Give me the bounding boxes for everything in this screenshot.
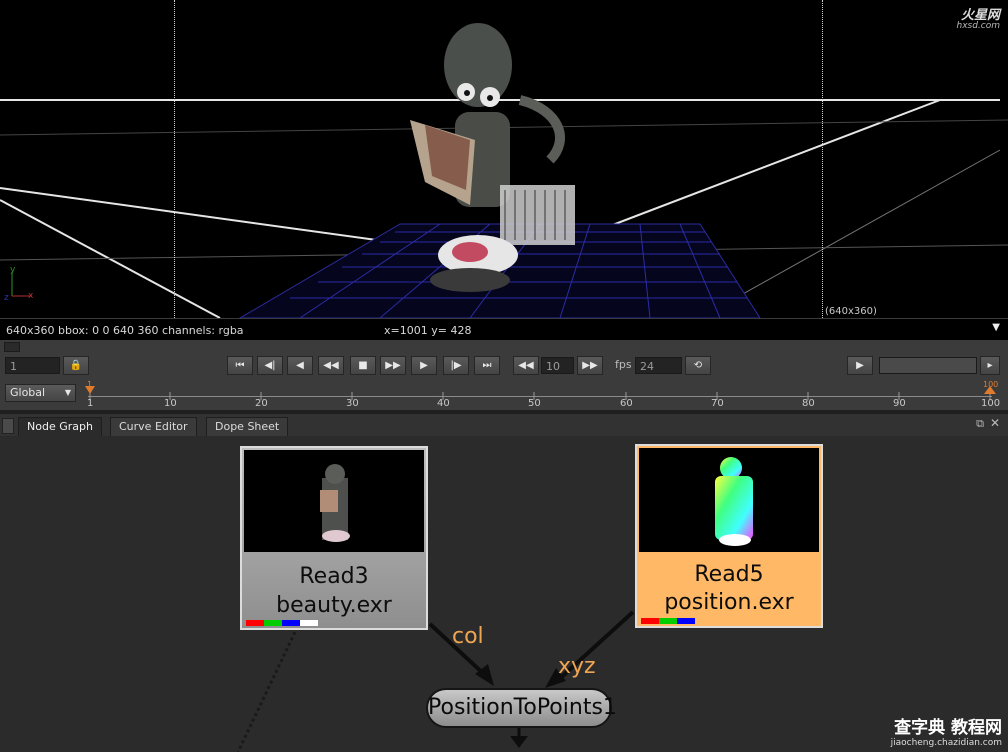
read3-name: Read3 xyxy=(299,564,369,589)
tab-curve-editor[interactable]: Curve Editor xyxy=(110,417,197,436)
prev-keyframe-icon[interactable]: ◀| xyxy=(257,356,283,375)
viewer-scene: x y z xyxy=(0,23,1008,318)
read5-thumbnail xyxy=(639,448,819,552)
fps-field[interactable]: 24 xyxy=(635,357,682,374)
step-forward-icon[interactable]: ▶ xyxy=(411,356,437,375)
tick-label: 60 xyxy=(620,398,633,409)
edge-label-xyz: xyz xyxy=(558,654,596,679)
svg-text:y: y xyxy=(10,265,16,275)
tick-label: 30 xyxy=(346,398,359,409)
corner-watermark: 查字典 教程网 jiaocheng.chazidian.com xyxy=(890,718,1002,748)
viewer-menu-icon[interactable]: ▼ xyxy=(992,322,1000,333)
play-forward-icon[interactable]: ▶▶ xyxy=(380,356,406,375)
flipbook-field[interactable] xyxy=(879,357,977,374)
channel-green xyxy=(264,620,282,626)
channel-blue xyxy=(282,620,300,626)
watermark-logo: 火星网 hxsd.com xyxy=(956,8,1000,31)
dotted-connection xyxy=(236,631,297,752)
panel-grip-icon[interactable] xyxy=(4,342,20,352)
position-to-points-node[interactable]: PositionToPoints1 xyxy=(426,688,617,728)
panel-tab-bar: Node Graph Curve Editor Dope Sheet ⧉ ✕ xyxy=(0,414,1008,437)
read3-file: beauty.exr xyxy=(276,593,392,618)
read5-name: Read5 xyxy=(694,562,764,587)
read3-node[interactable]: Read3 beauty.exr xyxy=(240,446,428,630)
tick-label: 10 xyxy=(164,398,177,409)
channel-red xyxy=(641,618,659,624)
float-panel-icon[interactable]: ⧉ xyxy=(976,417,984,431)
node-graph-canvas[interactable]: Read3 beauty.exr Read5 position.exr col … xyxy=(0,436,1008,752)
channel-red xyxy=(246,620,264,626)
tab-dope-sheet[interactable]: Dope Sheet xyxy=(206,417,289,436)
current-frame-field[interactable]: 1 xyxy=(5,357,60,374)
image-info: 640x360 bbox: 0 0 640 360 channels: rgba xyxy=(6,324,244,337)
tab-node-graph[interactable]: Node Graph xyxy=(18,417,102,436)
read5-node[interactable]: Read5 position.exr xyxy=(635,444,823,628)
end-marker-label: 100 xyxy=(983,380,999,389)
format-label: (640x360) xyxy=(825,306,877,317)
stop-icon[interactable]: ■ xyxy=(350,356,376,375)
next-keyframe-icon[interactable]: |▶ xyxy=(443,356,469,375)
skip-forward-icon[interactable]: ▶▶ xyxy=(577,356,603,375)
playback-controls: 1 🔒 ⏮ ◀| ◀ ◀◀ ■ ▶▶ ▶ |▶ ⏭ ◀◀ 10 ▶▶ fps 2… xyxy=(0,340,1008,380)
fps-label: fps xyxy=(615,358,632,371)
tick-label: 50 xyxy=(528,398,541,409)
loop-icon[interactable]: ⟲ xyxy=(685,356,711,375)
cursor-position: x=1001 y= 428 xyxy=(384,324,472,337)
step-back-icon[interactable]: ◀ xyxy=(287,356,313,375)
read5-file: position.exr xyxy=(664,590,794,615)
tick-label: 40 xyxy=(437,398,450,409)
svg-text:x: x xyxy=(28,291,34,301)
tick-label: 100 xyxy=(981,398,1001,409)
tick-label: 1 xyxy=(87,398,94,409)
skip-frames-field[interactable]: 10 xyxy=(541,357,574,374)
position-pass-image xyxy=(715,457,753,546)
channel-alpha xyxy=(300,620,318,626)
tick-label: 70 xyxy=(711,398,724,409)
close-panel-icon[interactable]: ✕ xyxy=(990,416,1000,430)
format-guide-left xyxy=(174,0,175,318)
start-marker-label: 1 xyxy=(87,380,93,389)
viewer-info-bar: 640x360 bbox: 0 0 640 360 channels: rgba… xyxy=(0,318,1008,341)
timeline[interactable]: Global ▼ 1 100 1 10 20 30 40 50 60 70 80 … xyxy=(0,380,1008,410)
timeline-ticks xyxy=(85,386,996,400)
read3-thumbnail xyxy=(244,450,424,552)
channel-blue xyxy=(677,618,695,624)
tick-label: 20 xyxy=(255,398,268,409)
lock-icon[interactable]: 🔒 xyxy=(63,356,89,375)
tick-label: 80 xyxy=(802,398,815,409)
first-frame-icon[interactable]: ⏮ xyxy=(227,356,253,375)
edge-label-col: col xyxy=(452,624,484,649)
last-frame-icon[interactable]: ⏭ xyxy=(474,356,500,375)
svg-text:z: z xyxy=(4,293,9,303)
viewer-canvas[interactable]: x y z 火星网 hxsd.com (640x360) xyxy=(0,0,1008,318)
zombie-thumbnail-image xyxy=(320,464,350,542)
output-arrow-icon xyxy=(510,736,528,748)
panel-menu-icon[interactable] xyxy=(2,418,14,434)
channel-green xyxy=(659,618,677,624)
timeline-options-icon[interactable]: ▸ xyxy=(980,356,1000,375)
flipbook-icon[interactable]: ▶ xyxy=(847,356,873,375)
skip-back-icon[interactable]: ◀◀ xyxy=(513,356,539,375)
tick-label: 90 xyxy=(893,398,906,409)
format-guide-right xyxy=(822,0,823,318)
play-backward-icon[interactable]: ◀◀ xyxy=(318,356,344,375)
